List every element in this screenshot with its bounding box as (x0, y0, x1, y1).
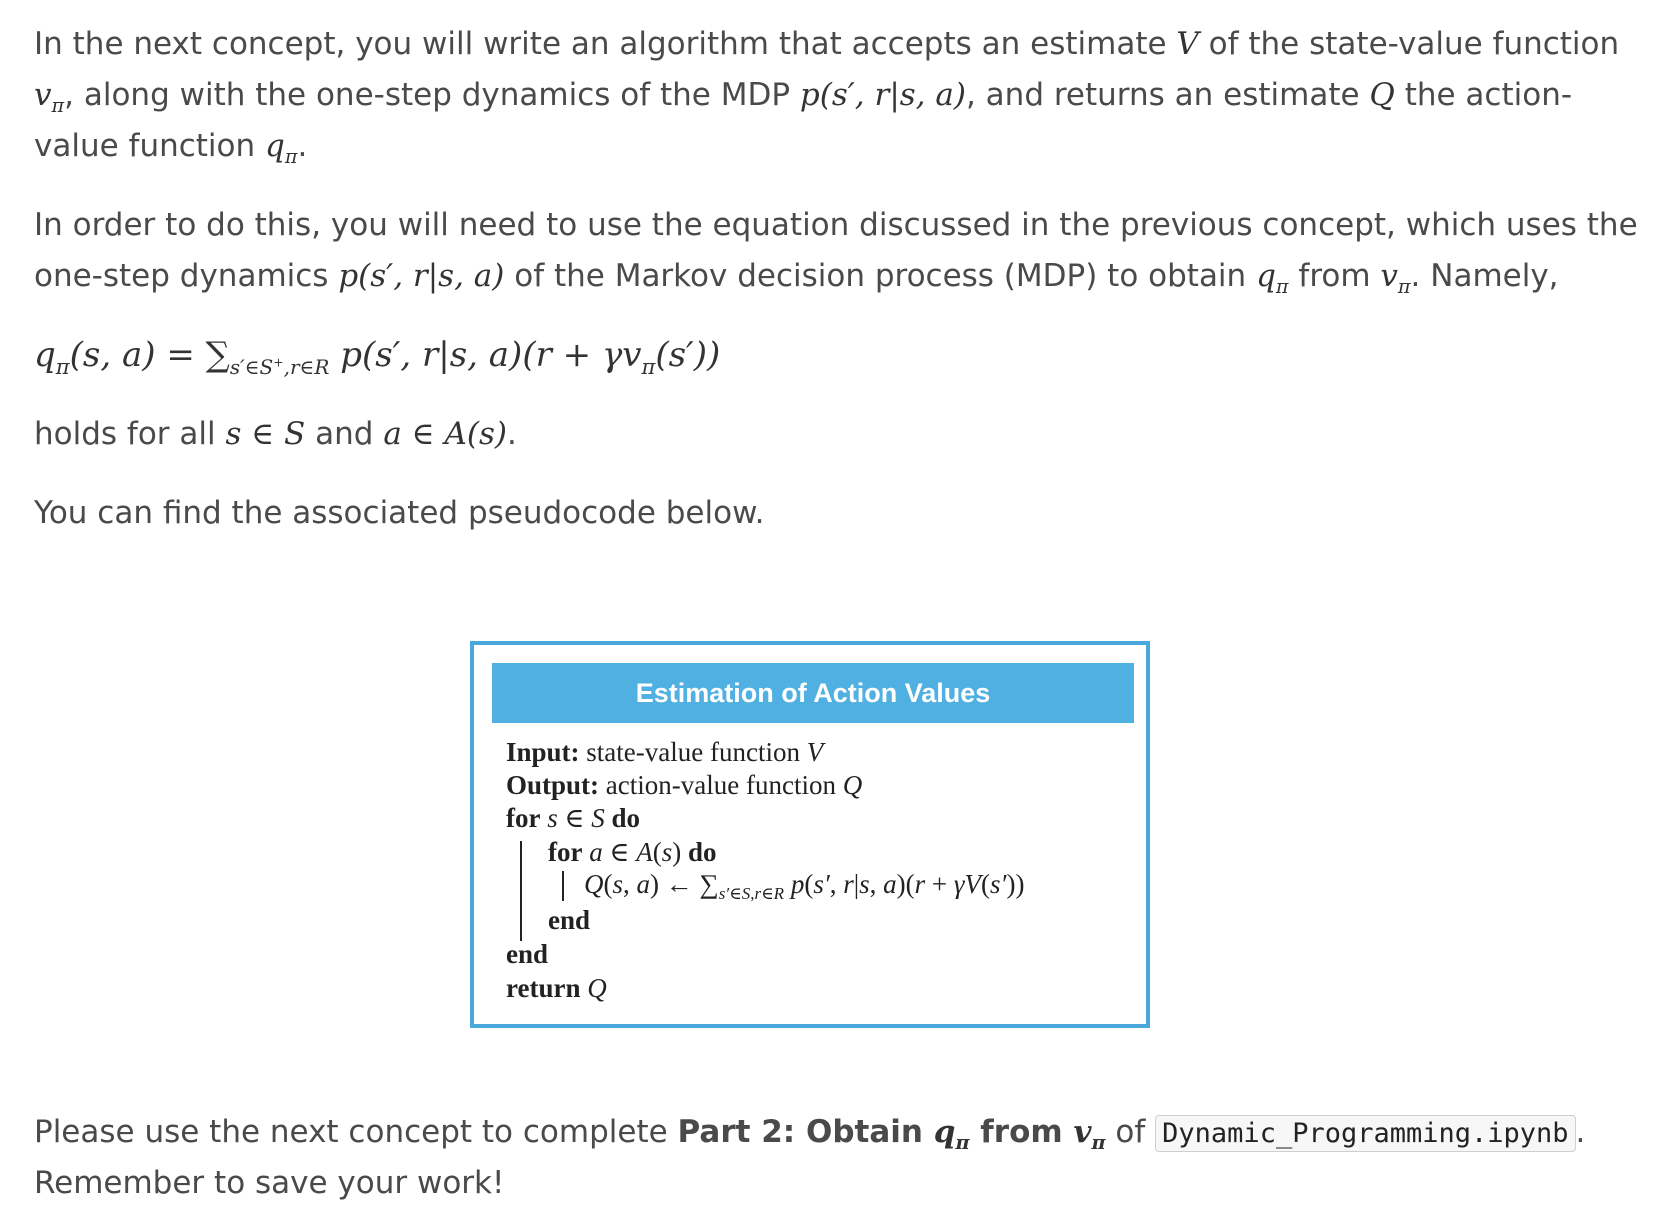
para2-text: . Namely, (1410, 258, 1559, 294)
algorithm-outer-end: end (506, 939, 549, 969)
math-v-pi: vπ (1073, 1114, 1106, 1155)
math-dynamics: p(s′, r|s, a) (338, 258, 505, 294)
footer-line-2: Remember to save your work! (34, 1165, 505, 1201)
intro-text: , and returns an estimate (965, 77, 1370, 113)
para2-line-2: one-step dynamics p(s′, r|s, a) of the M… (34, 258, 1559, 298)
math-dynamics: p(s′, r|s, a) (799, 77, 966, 113)
pseudocode-intro: You can find the associated pseudocode b… (34, 495, 765, 531)
math-a-in-A: a ∈ A(s) (383, 416, 507, 452)
intro-text: In the next concept, you will write an a… (34, 26, 1177, 62)
inner-loop-bar (562, 871, 564, 901)
intro-line-2: vπ, along with the one-step dynamics of … (34, 77, 1572, 117)
algorithm-title: Estimation of Action Values (492, 663, 1134, 723)
notebook-filename: Dynamic_Programming.ipynb (1155, 1115, 1576, 1152)
math-v-pi: vπ (1380, 258, 1411, 299)
algorithm-outer-for: for s ∈ S do (506, 803, 641, 833)
algorithm-update: Q(s, a) ← ∑s′∈S,r∈R p(s′, r|s, a)(r + γV… (584, 869, 1025, 903)
intro-text: of the state-value function (1198, 26, 1620, 62)
para2-text: one-step dynamics (34, 258, 339, 294)
math-s-in-S: s ∈ S (225, 416, 306, 452)
math-V: V (1176, 26, 1199, 62)
intro-text: value function (34, 128, 266, 164)
intro-text: the action- (1394, 77, 1573, 113)
intro-line-3: value function qπ. (34, 128, 308, 169)
math-v-pi: vπ (34, 77, 65, 118)
algorithm-output-line: Output: action-value function Q (506, 770, 863, 800)
math-Q: Q (1369, 77, 1395, 113)
algorithm-inner-for: for a ∈ A(s) do (548, 837, 717, 867)
para2-line-1: In order to do this, you will need to us… (34, 207, 1638, 243)
algorithm-input-line: Input: state-value function V (506, 737, 824, 767)
algorithm-return: return Q (506, 973, 607, 1003)
para2-text: from (1288, 258, 1381, 294)
intro-text: , along with the one-step dynamics of th… (64, 77, 800, 113)
math-q-pi: qπ (933, 1114, 970, 1155)
holds-line: holds for all s ∈ S and a ∈ A(s). (34, 416, 517, 452)
para2-text: of the Markov decision process (MDP) to … (504, 258, 1257, 294)
algorithm-inner-end: end (548, 905, 591, 935)
math-q-pi: qπ (265, 128, 298, 169)
footer-line-1: Please use the next concept to complete … (34, 1114, 1586, 1155)
intro-line-1: In the next concept, you will write an a… (34, 26, 1619, 62)
math-q-pi: qπ (1256, 258, 1289, 299)
outer-loop-bar (520, 841, 522, 941)
algorithm-box: Estimation of Action Values Input: state… (470, 641, 1150, 1028)
bellman-equation: qπ(s, a) = ∑s′∈S+,r∈R p(s′, r|s, a)(r + … (34, 335, 721, 379)
